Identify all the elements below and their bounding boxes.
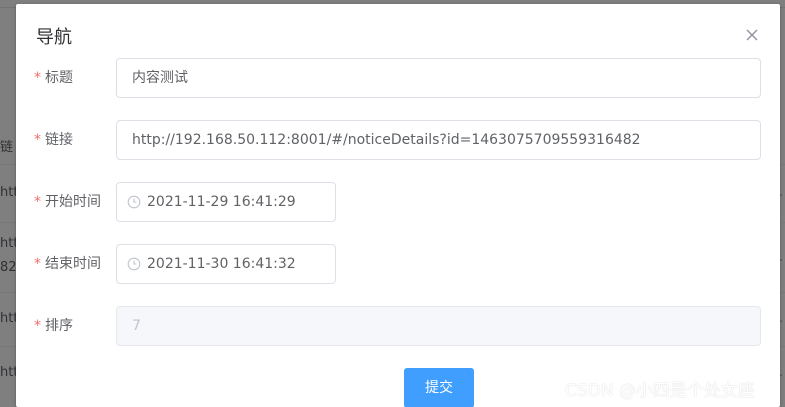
clock-icon: [127, 195, 141, 209]
sort-input: 7: [116, 306, 761, 346]
required-mark: *: [34, 132, 41, 148]
clock-icon: [127, 257, 141, 271]
form-label-start-time: * 开始时间: [34, 182, 101, 222]
form-label-text: 结束时间: [45, 256, 101, 272]
link-input[interactable]: http://192.168.50.112:8001/#/noticeDetai…: [116, 120, 761, 160]
close-button[interactable]: [743, 26, 761, 44]
form-label-text: 标题: [45, 70, 73, 86]
required-mark: *: [34, 70, 41, 86]
start-time-value: 2021-11-29 16:41:29: [147, 194, 296, 210]
dialog-title: 导航: [36, 27, 72, 48]
form-label-text: 链接: [45, 132, 73, 148]
form-item-start-time: * 开始时间 2021-11-29 16:41:29: [16, 182, 780, 222]
form-label-text: 开始时间: [45, 194, 101, 210]
form-item-end-time: * 结束时间 2021-11-30 16:41:32: [16, 244, 780, 284]
close-icon: [746, 29, 758, 41]
required-mark: *: [34, 256, 41, 272]
submit-button[interactable]: 提交: [404, 368, 474, 407]
form-item-title: * 标题 内容测试: [16, 58, 780, 98]
end-time-picker[interactable]: 2021-11-30 16:41:32: [116, 244, 336, 284]
form-label-link: * 链接: [34, 120, 73, 160]
end-time-value: 2021-11-30 16:41:32: [147, 256, 296, 272]
form-label-end-time: * 结束时间: [34, 244, 101, 284]
form-label-text: 排序: [45, 318, 73, 334]
required-mark: *: [34, 318, 41, 334]
form-label-title: * 标题: [34, 58, 73, 98]
form-item-link: * 链接 http://192.168.50.112:8001/#/noticeD…: [16, 120, 780, 160]
title-input[interactable]: 内容测试: [116, 58, 761, 98]
required-mark: *: [34, 194, 41, 210]
start-time-picker[interactable]: 2021-11-29 16:41:29: [116, 182, 336, 222]
watermark: CSDN @小四是个处女座: [565, 381, 755, 401]
form-label-sort: * 排序: [34, 306, 73, 346]
navigation-dialog: 导航 * 标题 内容测试 * 链接 http://192.168.50.112:80…: [16, 4, 780, 407]
form-item-sort: * 排序 7: [16, 306, 780, 346]
